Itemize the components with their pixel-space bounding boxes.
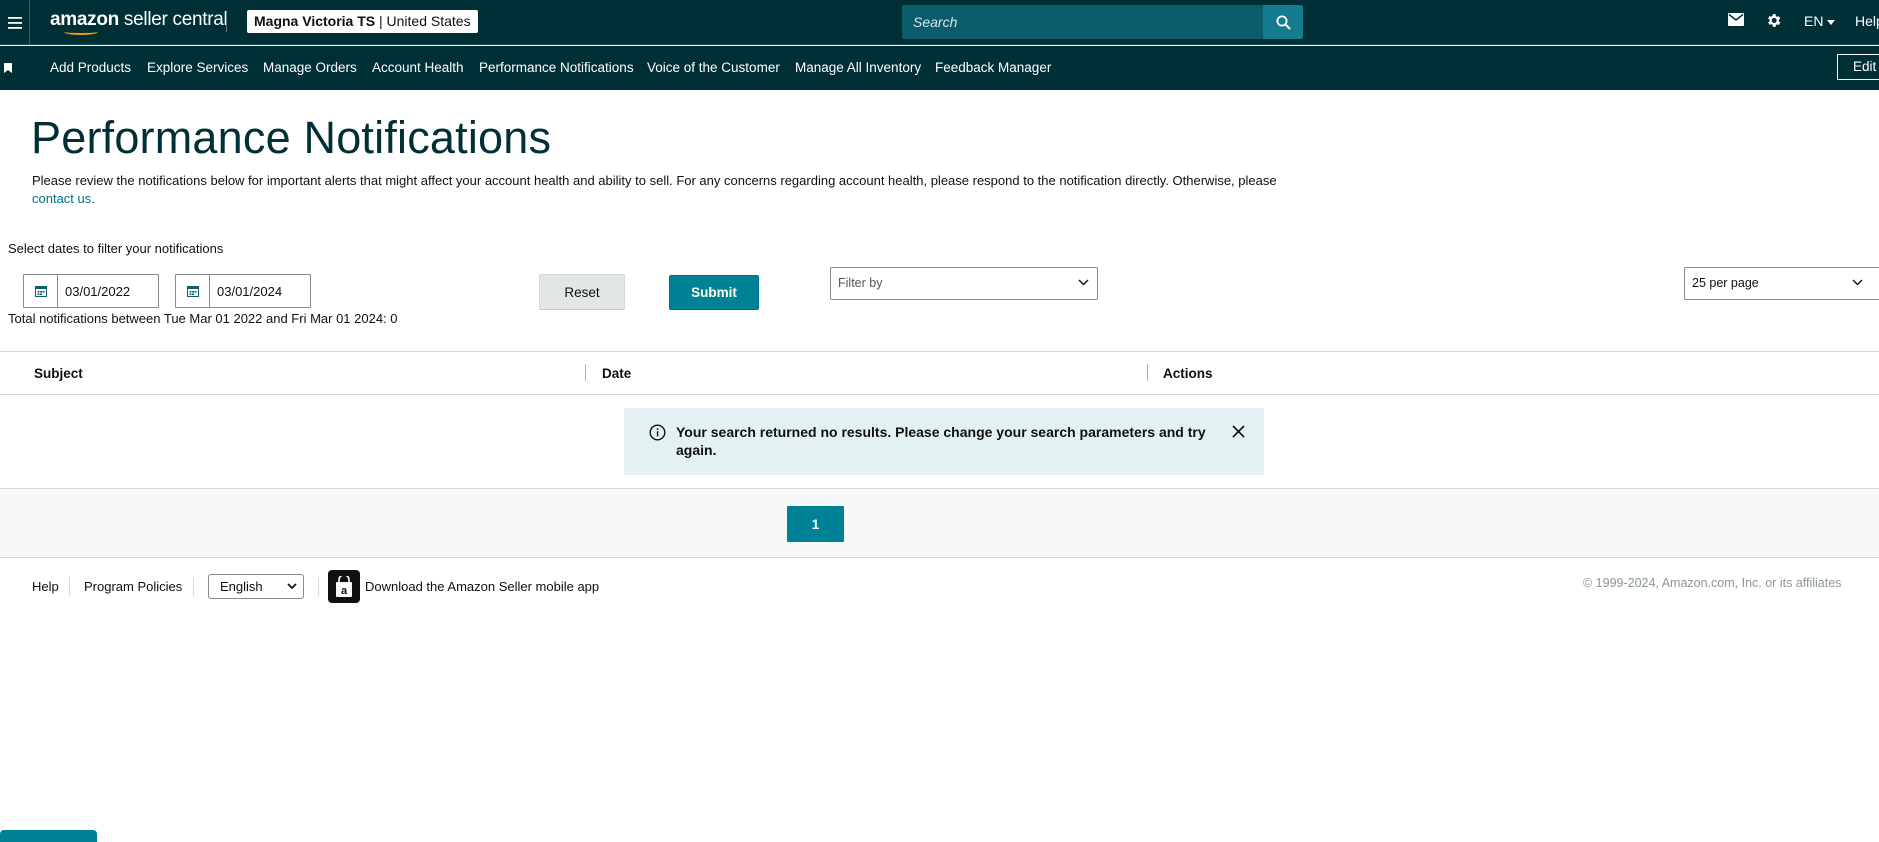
calendar-icon [186, 286, 199, 297]
footer-help-link[interactable]: Help [32, 579, 59, 594]
footer-program-policies-link[interactable]: Program Policies [84, 579, 182, 594]
copyright-text: © 1999-2024, Amazon.com, Inc. or its aff… [1583, 576, 1842, 590]
contact-us-link[interactable]: contact us [32, 191, 91, 206]
nav-item-add-products[interactable]: Add Products [50, 60, 131, 75]
start-date-field [23, 274, 159, 308]
end-date-input[interactable] [211, 275, 310, 307]
logo-smile-icon [64, 29, 98, 35]
mail-icon[interactable] [1728, 13, 1744, 26]
no-results-message: Your search returned no results. Please … [676, 424, 1206, 458]
column-header-date[interactable]: Date [602, 366, 631, 381]
page-button-current[interactable]: 1 [787, 506, 844, 542]
gear-icon[interactable] [1765, 12, 1782, 29]
description-text: Please review the notifications below fo… [32, 173, 1277, 188]
close-icon[interactable] [1232, 425, 1245, 438]
per-page-select[interactable]: 25 per page [1684, 267, 1879, 300]
bookmark-icon[interactable] [4, 63, 12, 73]
nav-item-feedback-manager[interactable]: Feedback Manager [935, 60, 1051, 75]
logo-brand-text: amazon [50, 9, 119, 30]
top-bar: amazon seller central Magna Victoria TS … [0, 0, 1879, 45]
page-description: Please review the notifications below fo… [32, 172, 1292, 208]
column-header-actions[interactable]: Actions [1163, 366, 1213, 381]
no-results-alert: Your search returned no results. Please … [624, 408, 1264, 475]
search-button[interactable] [1263, 5, 1303, 39]
shopping-bag-icon: a [336, 575, 352, 597]
start-date-calendar-button[interactable] [24, 275, 58, 307]
help-link[interactable]: Help [1855, 13, 1879, 29]
account-name: Magna Victoria TS [254, 13, 376, 29]
footer-language-select[interactable]: English [208, 574, 304, 599]
per-page-value: 25 per page [1692, 276, 1759, 290]
column-header-subject[interactable]: Subject [34, 366, 83, 381]
download-app-link[interactable]: Download the Amazon Seller mobile app [365, 579, 599, 594]
nav-item-account-health[interactable]: Account Health [372, 60, 464, 75]
hamburger-menu-button[interactable] [0, 0, 30, 45]
logo-product-text: seller central [118, 9, 228, 30]
nav-item-manage-orders[interactable]: Manage Orders [263, 60, 357, 75]
filter-by-select[interactable]: Filter by [830, 267, 1098, 300]
footer-language-value: English [220, 579, 263, 594]
language-selector[interactable]: EN [1804, 13, 1836, 29]
caret-down-icon [1827, 19, 1836, 25]
column-divider [585, 364, 586, 381]
submit-button[interactable]: Submit [669, 275, 759, 310]
footer-divider [318, 577, 319, 596]
search-icon [1276, 15, 1291, 30]
chevron-down-icon [1852, 279, 1863, 286]
search-input[interactable] [902, 5, 1262, 39]
nav-item-performance-notifications[interactable]: Performance Notifications [479, 60, 634, 75]
end-date-calendar-button[interactable] [176, 275, 210, 307]
footer-divider [193, 577, 194, 596]
nav-item-explore-services[interactable]: Explore Services [147, 60, 248, 75]
end-date-field [175, 274, 311, 308]
start-date-input[interactable] [59, 275, 158, 307]
table-top-border [0, 351, 1879, 352]
reset-button[interactable]: Reset [539, 274, 625, 310]
svg-text:a: a [341, 585, 348, 597]
hamburger-icon [7, 16, 22, 29]
search-box [902, 5, 1263, 39]
nav-item-voice-of-the-customer[interactable]: Voice of the Customer [647, 60, 780, 75]
edit-nav-button[interactable]: Edit [1837, 54, 1879, 80]
table-header-border [0, 394, 1879, 395]
date-filter-label: Select dates to filter your notification… [8, 241, 224, 256]
account-region: United States [386, 13, 471, 29]
page-title: Performance Notifications [31, 112, 552, 163]
nav-item-manage-all-inventory[interactable]: Manage All Inventory [795, 60, 921, 75]
chevron-down-icon [1078, 279, 1089, 286]
account-switcher[interactable]: Magna Victoria TS | United States [247, 10, 478, 33]
logo-divider [226, 12, 227, 32]
description-end: . [91, 191, 95, 206]
amazon-app-icon[interactable]: a [328, 570, 360, 603]
info-icon [649, 424, 666, 441]
feedback-tab[interactable] [0, 830, 97, 842]
total-notifications-text: Total notifications between Tue Mar 01 2… [8, 311, 398, 326]
pagination-bar: 1 [0, 488, 1879, 558]
amazon-seller-central-logo[interactable]: amazon seller central [50, 9, 228, 35]
chevron-down-icon [287, 583, 297, 590]
bookmarks-nav-bar: Add Products Explore Services Manage Ord… [0, 46, 1879, 90]
filter-by-placeholder: Filter by [838, 276, 883, 290]
calendar-icon [34, 286, 47, 297]
column-divider [1147, 364, 1148, 381]
footer-divider [69, 577, 70, 596]
language-code: EN [1804, 13, 1824, 29]
